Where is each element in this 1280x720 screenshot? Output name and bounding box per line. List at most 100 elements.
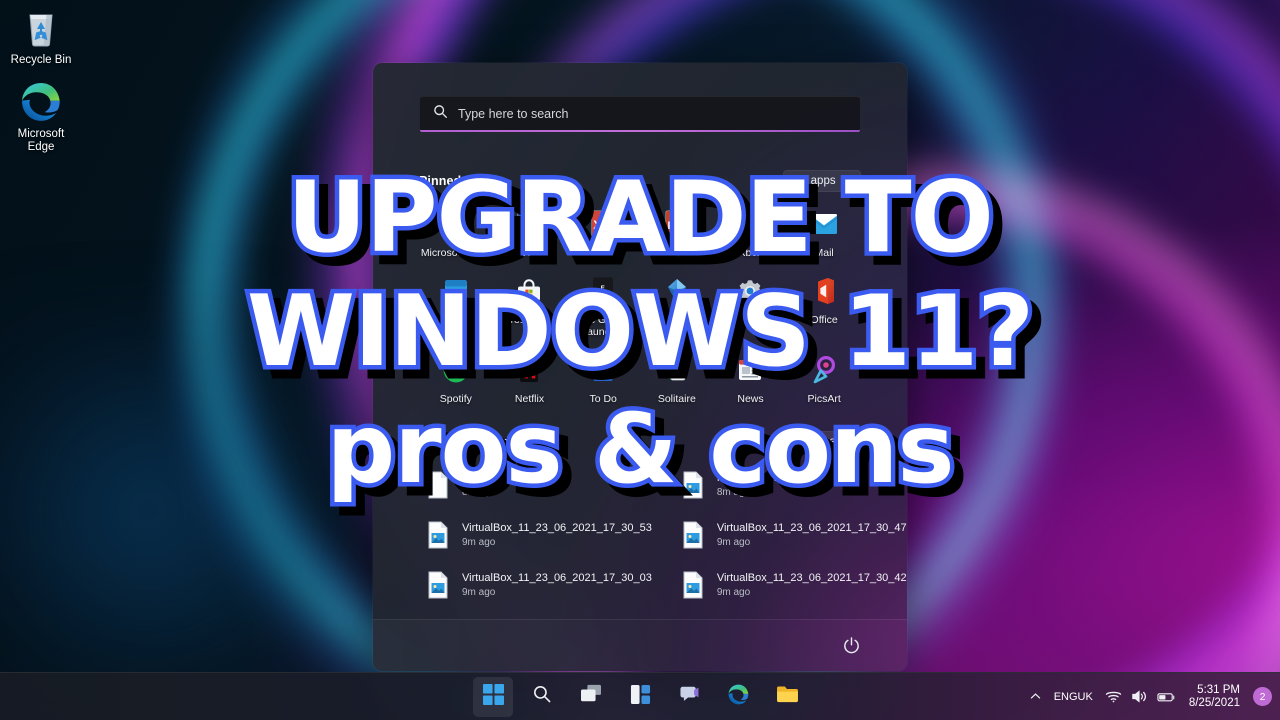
start-menu-panel: Type here to search Pinned All apps ❯ Mi… — [373, 63, 907, 671]
solitaire-icon — [640, 353, 714, 387]
all-apps-button[interactable]: All apps ❯ — [782, 170, 861, 192]
taskbar-widgets-button[interactable] — [620, 677, 660, 717]
recommended-item[interactable]: VirtualBox_11_23_06_2021_17_30_42 9m ago — [674, 565, 907, 605]
pinned-app-powerpoint[interactable]: P PowerPoint — [640, 205, 714, 260]
pinned-pagination[interactable] — [891, 336, 895, 353]
settings-gear-icon — [714, 274, 788, 308]
tray-clock[interactable]: 5:31 PM 8/25/2021 — [1185, 684, 1244, 710]
language-line1: ENG — [1053, 690, 1078, 703]
chevron-right-icon: ❯ — [842, 175, 851, 187]
pinned-app-picsart[interactable]: PicsArt — [787, 351, 861, 406]
recommended-item[interactable]: More Recomended 8m ago — [674, 465, 907, 505]
tray-language-indicator[interactable]: ENG UK — [1051, 691, 1096, 703]
pinned-app-settings[interactable]: Settings — [714, 272, 788, 339]
pinned-app-office[interactable]: Office — [787, 272, 861, 339]
battery-icon[interactable] — [1157, 690, 1176, 704]
pinned-app-label: To Do — [589, 392, 617, 405]
pagination-dot-1[interactable] — [891, 336, 895, 340]
recommended-item-time: 8m ago — [716, 486, 751, 498]
pinned-app-epic-games-launcher[interactable]: E GAMES Epic Games Launcher — [566, 272, 640, 339]
pinned-app-label: Epic Games Launcher — [574, 313, 632, 339]
pinned-app-label: PowerPoint — [649, 247, 704, 259]
search-placeholder: Type here to search — [458, 107, 569, 121]
recommended-title: Recommended — [419, 435, 510, 449]
pinned-app-word[interactable]: W Word — [493, 205, 567, 260]
pagination-dot-2[interactable] — [891, 349, 895, 353]
recommended-item-time: 9m ago — [716, 536, 751, 548]
svg-text:GAMES: GAMES — [596, 293, 611, 297]
office-icon — [787, 274, 861, 308]
xbox-icon — [714, 207, 788, 241]
recommended-item-time: 8m ago — [462, 486, 496, 498]
epic-games-icon: E GAMES — [566, 274, 640, 308]
pinned-app-label: Photos — [660, 313, 694, 326]
pinned-app-label: Xbox — [738, 247, 763, 259]
recycle-bin-icon — [2, 6, 80, 50]
pinned-app-label: Word — [517, 247, 542, 259]
task-view-icon — [580, 684, 602, 709]
pinned-app-label: Excel — [590, 247, 616, 259]
excel-icon: X — [566, 207, 640, 241]
svg-text:X: X — [593, 218, 601, 232]
document-file-icon — [425, 470, 451, 500]
calendar-icon — [419, 274, 493, 308]
clock-time: 5:31 PM — [1197, 683, 1240, 696]
chat-icon — [678, 684, 700, 709]
speaker-icon[interactable] — [1131, 689, 1148, 704]
pinned-app-microsoft-store[interactable]: Microsoft Store — [493, 272, 567, 339]
language-line2: UK — [1077, 690, 1093, 703]
pinned-app-photos[interactable]: Photos — [640, 272, 714, 339]
svg-text:P: P — [667, 220, 674, 232]
recommended-item[interactable]: VirtualBox_11_23_06_2021_17_30_03 9m ago — [419, 565, 658, 605]
pinned-app-label: Netflix — [514, 392, 545, 405]
chevron-right-icon: ❯ — [842, 436, 851, 448]
pinned-app-excel[interactable]: X Excel — [566, 205, 640, 260]
recommended-header: Recommended More ❯ — [419, 431, 861, 453]
pinned-app-xbox[interactable]: Xbox — [714, 205, 788, 260]
netflix-icon — [493, 353, 567, 387]
news-icon — [714, 353, 788, 387]
taskbar-search-button[interactable] — [522, 677, 562, 717]
tray-expand-button[interactable] — [1029, 690, 1042, 703]
image-file-icon — [680, 520, 706, 550]
recommended-item-name: VirtualBox_11_23_06_2021_17_30_47 — [716, 521, 907, 534]
system-tray: ENG UK 5:31 PM 8/25/2021 2 — [1029, 684, 1272, 710]
image-file-icon — [425, 570, 451, 600]
recommended-item[interactable]: Short Reccomended 8m ago — [419, 465, 658, 505]
picsart-icon — [787, 353, 861, 387]
recommended-item-name: More Recomended — [716, 471, 811, 484]
taskbar-chat-button[interactable] — [669, 677, 709, 717]
search-icon — [433, 104, 448, 124]
desktop-icon-recycle-bin[interactable]: Recycle Bin — [2, 6, 80, 67]
todo-icon — [566, 353, 640, 387]
search-input[interactable]: Type here to search — [419, 96, 861, 132]
pinned-app-spotify[interactable]: Spotify — [419, 351, 493, 406]
pinned-app-mail[interactable]: Mail — [787, 205, 861, 260]
recommended-item[interactable]: VirtualBox_11_23_06_2021_17_30_53 9m ago — [419, 515, 658, 555]
microsoft-store-icon — [493, 274, 567, 308]
widgets-icon — [630, 684, 651, 710]
taskbar-buttons — [473, 676, 807, 717]
notification-badge[interactable]: 2 — [1253, 687, 1272, 706]
taskbar-task-view-button[interactable] — [571, 677, 611, 717]
photos-icon — [640, 274, 714, 308]
more-button[interactable]: More ❯ — [797, 431, 861, 453]
pinned-app-solitaire[interactable]: Solitaire — [640, 351, 714, 406]
edge-icon — [2, 80, 80, 124]
pinned-app-calendar[interactable]: Calendar — [419, 272, 493, 339]
recommended-list: Short Reccomended 8m ago More Recomended — [419, 465, 907, 605]
pinned-app-microsoft-edge[interactable]: Microsoft Edge — [419, 205, 493, 260]
pinned-app-news[interactable]: News — [714, 351, 788, 406]
desktop-icon-label-line2: Edge — [27, 141, 55, 153]
all-apps-label: All apps — [794, 175, 836, 187]
wifi-icon[interactable] — [1105, 689, 1122, 704]
power-button[interactable] — [842, 636, 861, 655]
pinned-app-netflix[interactable]: Netflix — [493, 351, 567, 406]
recommended-item[interactable]: VirtualBox_11_23_06_2021_17_30_47 9m ago — [674, 515, 907, 555]
pinned-app-to-do[interactable]: To Do — [566, 351, 640, 406]
taskbar-file-explorer-button[interactable] — [767, 677, 807, 717]
desktop-icon-microsoft-edge[interactable]: Microsoft Edge — [2, 80, 80, 154]
taskbar-edge-button[interactable] — [718, 677, 758, 717]
svg-text:W: W — [518, 218, 530, 232]
taskbar-start-button[interactable] — [473, 676, 513, 717]
